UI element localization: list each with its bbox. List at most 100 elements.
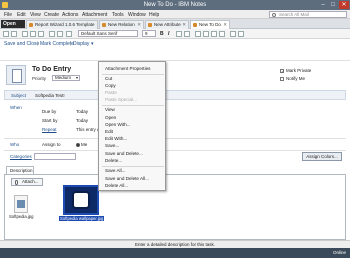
assign-to-label: Assign to: [42, 142, 61, 147]
menu-tools[interactable]: Tools: [112, 12, 124, 18]
tab-new-to-do[interactable]: New To Do ✕: [190, 20, 230, 29]
online-status[interactable]: Online: [333, 250, 346, 255]
copy-icon[interactable]: [30, 31, 36, 37]
repeat-link[interactable]: Repeat: [42, 127, 57, 132]
todo-header: To Do Entry Priority Medium Mark Private…: [4, 61, 346, 89]
tab-close-icon[interactable]: ✕: [223, 21, 227, 29]
bold-button[interactable]: B: [160, 31, 164, 37]
open-button[interactable]: Open: [1, 20, 25, 28]
attachment-softpedia-jpg[interactable]: Softpedia.jpg: [9, 195, 33, 219]
assign-colors-button[interactable]: Assign Colors...: [302, 152, 342, 161]
menu-item-delete-all[interactable]: Delete All...: [105, 183, 128, 188]
menu-item-copy[interactable]: Copy: [105, 83, 116, 88]
categories-input[interactable]: [34, 153, 76, 160]
who-section: Who Assign to Me: [4, 139, 346, 151]
start-by-label: Start by: [42, 118, 58, 123]
indent-icon[interactable]: [211, 31, 217, 37]
tab-report-wizard[interactable]: Report Wizard 1.0.6 Template: [26, 20, 98, 29]
description-editor[interactable]: Attach... Softpedia.jpg Softpedia wallpa…: [4, 174, 346, 240]
cut-icon[interactable]: [22, 31, 28, 37]
tab-close-icon[interactable]: ✕: [182, 21, 186, 29]
display-dropdown-icon[interactable]: ▾: [91, 41, 94, 47]
due-by-label: Due by: [42, 109, 57, 114]
menu-item-save-all[interactable]: Save All...: [105, 168, 125, 173]
menu-item-delete[interactable]: Delete...: [105, 158, 122, 163]
window-title: New To Do - IBM Notes: [143, 2, 207, 8]
tab-new-relation[interactable]: New Relation ✕: [99, 20, 144, 29]
menu-separator: [102, 74, 164, 75]
numbered-list-icon[interactable]: [203, 31, 209, 37]
menu-file[interactable]: File: [4, 12, 12, 18]
menu-separator: [102, 166, 164, 167]
checkbox-checked[interactable]: [280, 68, 284, 73]
mark-private-label: Mark Private: [286, 68, 312, 73]
menu-edit[interactable]: Edit: [17, 12, 26, 18]
attach-button[interactable]: Attach...: [11, 178, 43, 186]
status-bar: Enter a detailed description for this ta…: [0, 240, 350, 248]
save-and-close-button[interactable]: Save and Close: [4, 41, 39, 47]
menu-bar: File Edit View Create Actions Attachment…: [0, 10, 350, 19]
priority-label: Priority: [32, 76, 47, 81]
menu-help[interactable]: Help: [149, 12, 159, 18]
action-bar: Save and Close | Mark Complete | Display…: [0, 39, 350, 61]
checkbox-unchecked[interactable]: [280, 76, 284, 81]
subject-field[interactable]: Softpedia Test!: [35, 93, 65, 98]
text-color-icon[interactable]: [176, 31, 182, 37]
search-icon: [272, 13, 276, 17]
back-icon[interactable]: [3, 31, 9, 37]
menu-actions[interactable]: Actions: [62, 12, 78, 18]
notify-me-checkbox[interactable]: Notify Me: [280, 76, 330, 83]
priority-select[interactable]: Medium: [52, 75, 80, 81]
attach-label: Attach...: [22, 179, 39, 184]
font-size-select[interactable]: 9: [142, 30, 156, 37]
menu-item-view[interactable]: View: [105, 107, 115, 112]
tab-new-attribute[interactable]: New Attribute ✕: [145, 20, 189, 29]
menu-item-open-with[interactable]: Open With...: [105, 122, 131, 127]
menu-item-edit-with[interactable]: Edit With...: [105, 136, 127, 141]
font-family-select[interactable]: Default Sans Serif: [78, 30, 138, 37]
highlight-icon[interactable]: [184, 31, 190, 37]
menu-item-save-and-delete[interactable]: Save and Delete...: [105, 151, 143, 156]
search-placeholder: Search All Mail: [279, 12, 309, 17]
outdent-icon[interactable]: [219, 31, 225, 37]
paperclip-icon: [15, 180, 18, 185]
due-by-field[interactable]: Today: [76, 109, 88, 114]
page-title: To Do Entry: [32, 66, 72, 73]
document-icon: [102, 23, 106, 27]
minimize-icon[interactable]: –: [318, 1, 328, 9]
mark-complete-button[interactable]: Mark Complete: [40, 41, 74, 47]
menu-item-save-and-delete-all[interactable]: Save and Delete All...: [105, 176, 149, 181]
tab-description[interactable]: Description: [6, 166, 34, 174]
print-icon[interactable]: [57, 31, 63, 37]
bullet-list-icon[interactable]: [195, 31, 201, 37]
search-input[interactable]: Search All Mail: [269, 11, 347, 18]
assign-to-me-radio[interactable]: Me: [76, 142, 87, 147]
undo-icon[interactable]: [49, 31, 55, 37]
menu-item-cut[interactable]: Cut: [105, 76, 112, 81]
tab-bar: Open Report Wizard 1.0.6 Template New Re…: [0, 19, 350, 29]
categories-link[interactable]: Categories: [10, 154, 32, 159]
italic-button[interactable]: I: [168, 31, 169, 37]
display-button[interactable]: Display: [73, 41, 89, 47]
align-icon[interactable]: [230, 31, 236, 37]
radio-selected[interactable]: [76, 142, 80, 147]
menu-item-edit[interactable]: Edit: [105, 129, 113, 134]
start-by-field[interactable]: Today: [76, 118, 88, 123]
paste-icon[interactable]: [38, 31, 44, 37]
separator: |: [37, 41, 39, 47]
menu-attachment[interactable]: Attachment: [82, 12, 107, 18]
menu-item-open[interactable]: Open: [105, 115, 116, 120]
menu-window[interactable]: Window: [128, 12, 146, 18]
menu-item-attachment-properties[interactable]: Attachment Properties: [105, 66, 150, 71]
mark-private-checkbox[interactable]: Mark Private: [280, 68, 330, 75]
table-icon[interactable]: [238, 31, 244, 37]
menu-view[interactable]: View: [30, 12, 41, 18]
link-icon[interactable]: [66, 31, 72, 37]
menu-create[interactable]: Create: [44, 12, 59, 18]
close-icon[interactable]: ✕: [339, 1, 349, 9]
maximize-icon[interactable]: □: [328, 1, 338, 9]
who-label: Who: [10, 142, 20, 147]
tab-close-icon[interactable]: ✕: [137, 21, 141, 29]
menu-item-save[interactable]: Save...: [105, 143, 119, 148]
forward-icon[interactable]: [11, 31, 17, 37]
